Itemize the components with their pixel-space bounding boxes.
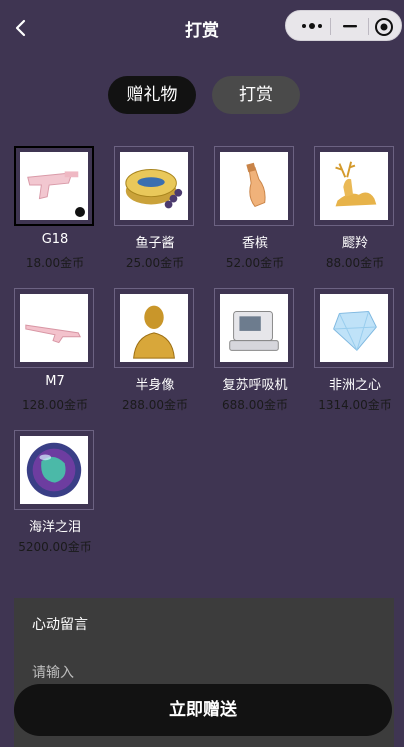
message-label: 心动留言 xyxy=(32,617,88,633)
ventilator-icon xyxy=(229,311,279,351)
gift-item-m7[interactable]: M7 128.00金币 xyxy=(0,288,100,418)
gift-frame xyxy=(314,288,394,368)
gift-name: 飂羚 xyxy=(341,236,368,251)
gift-item-antelope[interactable]: 飂羚 88.00金币 xyxy=(300,146,400,276)
gift-frame xyxy=(14,430,94,510)
close-target-icon[interactable] xyxy=(373,16,395,38)
nav-bar: 打赏 xyxy=(0,0,404,56)
gift-price: 88.00金币 xyxy=(325,256,385,270)
minimize-icon[interactable] xyxy=(338,17,362,35)
gift-item-caviar[interactable]: 鱼子酱 25.00金币 xyxy=(100,146,200,276)
gift-frame xyxy=(14,288,94,368)
message-input[interactable] xyxy=(32,662,372,684)
gift-name: 香槟 xyxy=(241,236,268,251)
rifle-icon xyxy=(25,324,82,344)
gift-name: M7 xyxy=(45,374,65,389)
gift-frame xyxy=(314,146,394,226)
gift-name: 半身像 xyxy=(135,378,175,393)
gift-price: 1314.00金币 xyxy=(318,398,392,412)
golden-antelope-icon xyxy=(335,161,377,207)
gift-item-bust[interactable]: 半身像 288.00金币 xyxy=(100,288,200,418)
gift-item-heart-of-africa[interactable]: 非洲之心 1314.00金币 xyxy=(300,288,400,418)
tab-send-gift[interactable]: 赠礼物 xyxy=(108,76,196,114)
gift-name: 复苏呼吸机 xyxy=(222,378,288,393)
gift-frame xyxy=(214,288,294,368)
gift-price: 18.00金币 xyxy=(25,256,85,270)
gift-item-g18[interactable]: G18 18.00金币 xyxy=(0,146,100,276)
more-icon[interactable] xyxy=(300,18,324,34)
gift-price: 52.00金币 xyxy=(225,256,285,270)
capsule-divider xyxy=(330,18,331,35)
gift-price: 288.00金币 xyxy=(122,398,188,412)
golden-bust-icon xyxy=(133,305,175,359)
gift-frame xyxy=(114,146,194,226)
tab-tip[interactable]: 打赏 xyxy=(212,76,300,114)
caviar-tin-icon xyxy=(125,169,183,209)
gift-name: G18 xyxy=(41,232,69,247)
gift-price: 25.00金币 xyxy=(125,256,185,270)
capsule-divider xyxy=(368,18,369,35)
gift-name: 鱼子酱 xyxy=(135,236,175,251)
gift-name: 海洋之泪 xyxy=(28,520,81,535)
gift-price: 5200.00金币 xyxy=(18,540,92,554)
champagne-bottle-icon xyxy=(246,162,266,207)
gift-price: 688.00金币 xyxy=(222,398,288,412)
gift-frame xyxy=(14,146,94,226)
gift-price: 128.00金币 xyxy=(22,398,88,412)
gift-item-ventilator[interactable]: 复苏呼吸机 688.00金币 xyxy=(200,288,300,418)
blue-diamond-icon xyxy=(333,310,377,352)
gift-item-champagne[interactable]: 香槟 52.00金币 xyxy=(200,146,300,276)
selected-check-icon xyxy=(74,206,86,218)
gift-item-ocean-tear[interactable]: 海洋之泪 5200.00金币 xyxy=(0,430,100,560)
gift-frame xyxy=(114,288,194,368)
gift-name: 非洲之心 xyxy=(328,378,381,393)
ocean-orb-icon xyxy=(26,442,82,498)
gift-frame xyxy=(214,146,294,226)
send-gift-button[interactable]: 立即赠送 xyxy=(14,684,392,736)
miniprogram-capsule xyxy=(285,10,402,41)
